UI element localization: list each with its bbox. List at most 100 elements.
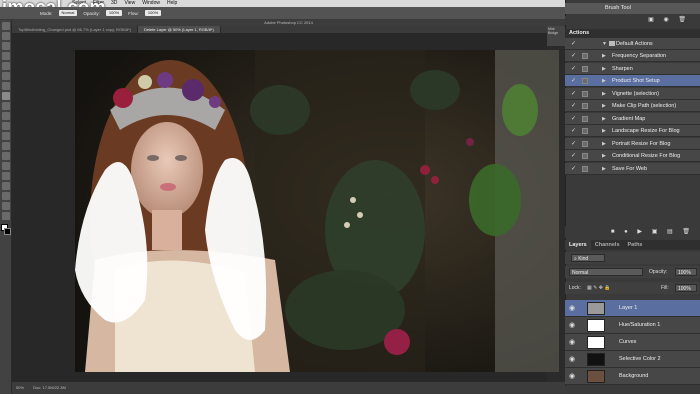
layer-name[interactable]: Background [619, 373, 648, 379]
action-item[interactable]: ✓ ▶ Gradient Map [565, 112, 700, 125]
layer-row[interactable]: ◉ Curves [565, 334, 700, 351]
action-item[interactable]: ✓ ▶ Product Shot Setup [565, 75, 700, 87]
check-icon[interactable]: ✓ [571, 150, 576, 162]
doc-tab-2[interactable]: Delete Layer @ 50% (Layer 1, RGB/8*) [137, 26, 221, 33]
visibility-eye-icon[interactable]: ◉ [569, 338, 575, 346]
dialog-toggle-icon[interactable] [582, 53, 588, 59]
eraser-tool-icon[interactable] [1, 122, 10, 130]
check-icon[interactable]: ✓ [571, 50, 576, 62]
actions-footer-icons[interactable]: ■ ● ▶ ▣ ▤ 🗑 [565, 226, 700, 238]
action-item[interactable]: ✓ ▶ Vignette (selection) [565, 87, 700, 100]
layer-row[interactable]: ◉ Background [565, 368, 700, 385]
shape-tool-icon[interactable] [1, 192, 10, 200]
layer-fill-field[interactable]: 100% [675, 284, 697, 292]
dialog-toggle-icon[interactable] [582, 65, 588, 72]
dodge-tool-icon[interactable] [1, 152, 10, 160]
layer-row[interactable]: ◉ Layer 1 [565, 300, 700, 317]
expand-triangle-icon[interactable]: ▶ [602, 63, 606, 75]
expand-triangle-icon[interactable]: ▶ [602, 163, 606, 175]
layer-thumbnail[interactable] [587, 302, 605, 315]
check-icon[interactable]: ✓ [571, 163, 576, 175]
action-item[interactable]: ✓ ▶ Make Clip Path (selection) [565, 100, 700, 112]
blur-tool-icon[interactable] [1, 142, 10, 150]
layer-name[interactable]: Hue/Saturation 1 [619, 322, 660, 328]
dialog-toggle-icon[interactable] [582, 90, 588, 97]
layer-name[interactable]: Curves [619, 339, 636, 345]
check-icon[interactable]: ✓ [571, 88, 576, 100]
action-item[interactable]: ✓ ▶ Portrait Resize For Blog [565, 137, 700, 150]
expand-triangle-icon[interactable]: ▶ [602, 125, 606, 137]
action-item[interactable]: ✓ ▶ Sharpen [565, 62, 700, 75]
mini-bridge-panel[interactable]: Mini Bridge [547, 26, 565, 46]
check-icon[interactable]: ✓ [571, 113, 576, 125]
action-item[interactable]: ✓ ▶ Conditional Resize For Blog [565, 150, 700, 162]
history-footer-icons[interactable]: ▣ ◉ 🗑 [565, 16, 700, 25]
doc-tab-1[interactable]: TopBlindfolding_Changed.psd @ 66.7% (Lay… [12, 26, 138, 33]
history-brush-tool-icon[interactable] [1, 112, 10, 120]
expand-triangle-icon[interactable]: ▶ [602, 100, 606, 112]
blend-mode-select[interactable]: Normal [569, 268, 643, 276]
menu-window[interactable]: Window [142, 0, 160, 7]
move-tool-icon[interactable] [1, 22, 10, 30]
eyedropper-tool-icon[interactable] [1, 72, 10, 80]
dialog-toggle-icon[interactable] [582, 153, 588, 159]
expand-triangle-icon[interactable]: ▶ [602, 138, 606, 150]
tab-layers[interactable]: Layers [565, 240, 591, 250]
lock-icons[interactable]: ▦ ✎ ✥ 🔒 [587, 282, 611, 294]
menu-3d[interactable]: 3D [111, 0, 117, 7]
pen-tool-icon[interactable] [1, 162, 10, 170]
layer-thumbnail[interactable] [587, 353, 605, 366]
flow-field[interactable]: 100% [144, 10, 162, 16]
layer-thumbnail[interactable] [587, 370, 605, 383]
zoom-level[interactable]: 50% [16, 385, 24, 390]
expand-triangle-icon[interactable]: ▶ [602, 50, 606, 62]
action-item[interactable]: ✓ ▶ Frequency Separation [565, 50, 700, 62]
action-set-default[interactable]: ✓ ▼ Default Actions [565, 38, 700, 50]
expand-triangle-icon[interactable]: ▶ [602, 88, 606, 100]
background-color[interactable] [4, 228, 11, 235]
gradient-tool-icon[interactable] [1, 132, 10, 140]
dialog-toggle-icon[interactable] [582, 165, 588, 172]
check-icon[interactable]: ✓ [571, 125, 576, 137]
clone-stamp-tool-icon[interactable] [1, 102, 10, 110]
expand-triangle-icon[interactable]: ▶ [602, 75, 606, 87]
dialog-toggle-icon[interactable] [582, 128, 588, 134]
check-icon[interactable]: ✓ [571, 75, 576, 87]
tab-paths[interactable]: Paths [624, 240, 647, 250]
visibility-eye-icon[interactable]: ◉ [569, 372, 575, 380]
check-icon[interactable]: ✓ [571, 63, 576, 75]
menu-view[interactable]: View [124, 0, 135, 7]
dialog-toggle-icon[interactable] [582, 140, 588, 147]
layer-thumbnail[interactable] [587, 319, 605, 332]
action-item[interactable]: ✓ ▶ Save For Web [565, 162, 700, 175]
hand-tool-icon[interactable] [1, 202, 10, 210]
marquee-tool-icon[interactable] [1, 32, 10, 40]
dialog-toggle-icon[interactable] [582, 78, 588, 84]
healing-tool-icon[interactable] [1, 82, 10, 90]
visibility-eye-icon[interactable]: ◉ [569, 321, 575, 329]
visibility-eye-icon[interactable]: ◉ [569, 304, 575, 312]
type-tool-icon[interactable] [1, 172, 10, 180]
history-state-brush-tool[interactable]: Brush Tool [565, 3, 700, 14]
expand-triangle-icon[interactable]: ▼ [602, 38, 607, 50]
check-icon[interactable]: ✓ [571, 138, 576, 150]
kind-filter-select[interactable]: ⌕ Kind [571, 254, 605, 262]
layer-opacity-field[interactable]: 100% [675, 268, 697, 276]
expand-triangle-icon[interactable]: ▶ [602, 150, 606, 162]
document-image[interactable] [75, 50, 559, 372]
path-select-tool-icon[interactable] [1, 182, 10, 190]
lasso-tool-icon[interactable] [1, 42, 10, 50]
check-icon[interactable]: ✓ [571, 100, 576, 112]
crop-tool-icon[interactable] [1, 62, 10, 70]
layer-name[interactable]: Layer 1 [619, 305, 637, 311]
action-item[interactable]: ✓ ▶ Landscape Resize For Blog [565, 125, 700, 137]
color-swatches[interactable] [0, 224, 11, 238]
menu-help[interactable]: Help [167, 0, 177, 7]
visibility-eye-icon[interactable]: ◉ [569, 355, 575, 363]
layer-name[interactable]: Selective Color 2 [619, 356, 661, 362]
zoom-tool-icon[interactable] [1, 212, 10, 220]
quick-select-tool-icon[interactable] [1, 52, 10, 60]
actions-panel-title[interactable]: Actions [565, 29, 700, 38]
mode-select[interactable]: Normal [58, 10, 78, 16]
brush-tool-icon[interactable] [1, 92, 10, 100]
